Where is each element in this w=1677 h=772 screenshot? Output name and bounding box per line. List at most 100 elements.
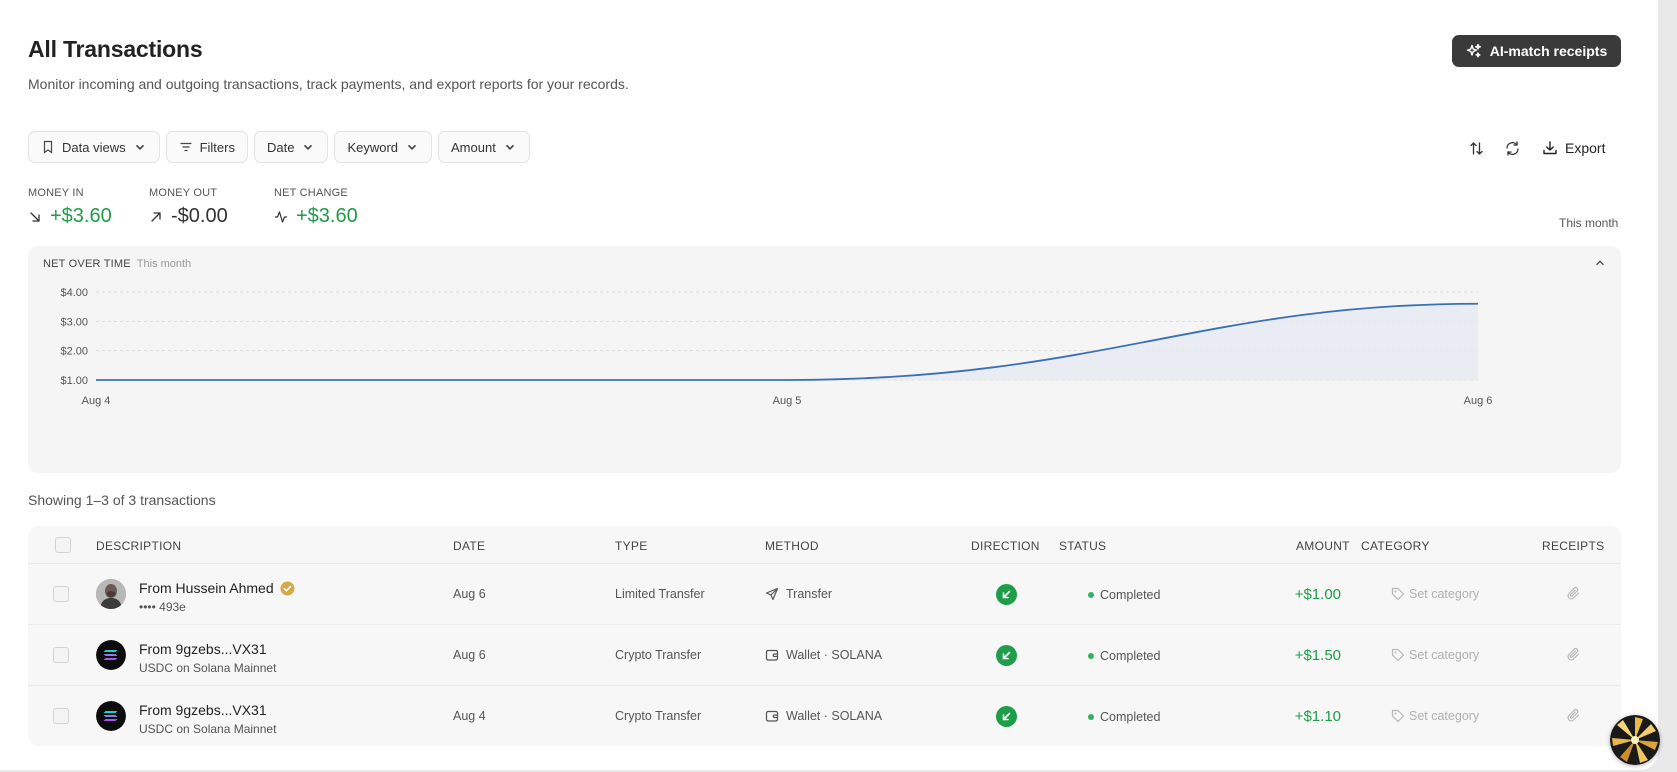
transactions-table: DESCRIPTION DATE TYPE METHOD DIRECTION S… [28, 526, 1621, 746]
column-header-date[interactable]: DATE [453, 539, 485, 553]
status-dot [1088, 592, 1094, 598]
paperclip-icon[interactable] [1566, 708, 1581, 723]
tag-icon [1391, 709, 1405, 723]
column-header-description[interactable]: DESCRIPTION [96, 539, 181, 553]
period-label: This month [1559, 216, 1619, 230]
refresh-button[interactable] [1498, 135, 1526, 161]
net-change-label: NET CHANGE [274, 187, 348, 199]
paperclip-icon[interactable] [1566, 586, 1581, 601]
data-views-dropdown[interactable]: Data views [28, 131, 160, 163]
ai-match-receipts-button[interactable]: AI-match receipts [1452, 35, 1621, 67]
chevron-down-icon [407, 144, 417, 151]
row-amount: +$1.00 [1294, 586, 1341, 603]
filters-button[interactable]: Filters [165, 131, 248, 163]
solana-logo [96, 640, 126, 670]
filter-bar: Data views Filters Date Keyword Amount [28, 131, 530, 163]
arrow-down-left-icon [1002, 651, 1011, 660]
category-label: Set category [1409, 648, 1480, 662]
sparkles-icon [1466, 43, 1481, 58]
set-category-button[interactable]: Set category [1391, 587, 1479, 601]
net-change-stat: NET CHANGE +$3.60 [274, 187, 358, 228]
person-avatar [96, 579, 126, 609]
column-header-amount[interactable]: AMOUNT [1296, 539, 1350, 553]
row-checkbox[interactable] [53, 647, 69, 663]
column-header-receipts[interactable]: RECEIPTS [1542, 539, 1604, 553]
tag-icon [1391, 648, 1405, 662]
counterparty-name: From 9gzebs...VX31 [139, 702, 267, 718]
status-badge: Completed [1088, 710, 1160, 724]
row-checkbox[interactable] [53, 708, 69, 724]
activity-icon [275, 210, 287, 223]
keyword-filter-label: Keyword [347, 139, 399, 155]
bookmark-icon [43, 140, 53, 154]
table-row[interactable]: From Hussein Ahmed •••• 493e Aug 6 Limit… [28, 564, 1621, 625]
set-category-button[interactable]: Set category [1391, 709, 1479, 723]
y-tick-label: $2.00 [60, 346, 88, 358]
chart-period: This month [136, 258, 192, 270]
row-title: From 9gzebs...VX31 [139, 641, 267, 657]
money-in-value: +$3.60 [50, 205, 112, 227]
column-header-direction[interactable]: DIRECTION [971, 539, 1040, 553]
sort-button[interactable] [1462, 135, 1490, 161]
amount-dropdown[interactable]: Amount [438, 131, 530, 163]
arrow-down-left-icon [1002, 590, 1011, 599]
row-date: Aug 6 [453, 587, 486, 601]
arrow-up-right-icon [151, 211, 161, 222]
row-title: From Hussein Ahmed [139, 580, 295, 596]
date-filter-label: Date [266, 139, 295, 155]
table-row[interactable]: From 9gzebs...VX31 USDC on Solana Mainne… [28, 625, 1621, 686]
row-type: Limited Transfer [615, 587, 705, 601]
x-tick-label: Aug 6 [1464, 395, 1493, 407]
incoming-direction-badge [996, 584, 1017, 605]
chevron-down-icon [135, 144, 144, 151]
select-all-checkbox[interactable] [55, 537, 71, 553]
status-label: Completed [1100, 649, 1161, 663]
column-header-category[interactable]: CATEGORY [1361, 539, 1430, 553]
y-tick-label: $4.00 [60, 287, 88, 299]
date-dropdown[interactable]: Date [253, 131, 329, 163]
export-label: Export [1565, 140, 1606, 156]
status-badge: Completed [1088, 649, 1160, 663]
person-avatar-image [96, 579, 126, 609]
window-edge [1658, 0, 1677, 772]
chart-canvas: $1.00 $2.00 $3.00 $4.00 Aug 4 Aug 5 Aug 6 [60, 287, 1493, 407]
page-title: All Transactions [28, 36, 203, 62]
wallet-icon [765, 710, 779, 722]
verified-badge-icon [280, 581, 295, 595]
row-title: From 9gzebs...VX31 [139, 702, 267, 718]
tag-icon [1391, 587, 1405, 601]
assistant-avatar-button[interactable] [1610, 715, 1660, 765]
status-dot [1088, 653, 1094, 659]
row-method: Transfer [765, 587, 832, 601]
paperclip-icon[interactable] [1566, 647, 1581, 662]
solana-logo-image [96, 701, 126, 731]
column-header-type[interactable]: TYPE [615, 539, 648, 553]
row-checkbox[interactable] [53, 586, 69, 602]
solana-logo-image [96, 640, 126, 670]
category-label: Set category [1409, 587, 1480, 601]
chart-heading: NET OVER TIME This month [43, 258, 191, 270]
method-label: Wallet · SOLANA [786, 648, 883, 662]
keyword-dropdown[interactable]: Keyword [334, 131, 433, 163]
column-header-status[interactable]: STATUS [1059, 539, 1106, 553]
incoming-direction-badge [996, 645, 1017, 666]
row-date: Aug 6 [453, 648, 486, 662]
money-out-value-row: -$0.00 [149, 205, 228, 228]
wallet-icon [765, 649, 779, 661]
counterparty-name: From Hussein Ahmed [139, 580, 274, 596]
money-out-stat: MONEY OUT -$0.00 [149, 187, 228, 228]
table-row[interactable]: From 9gzebs...VX31 USDC on Solana Mainne… [28, 686, 1621, 746]
set-category-button[interactable]: Set category [1391, 648, 1479, 662]
chevron-down-icon [304, 144, 313, 151]
net-over-time-chart: $1.00 $2.00 $3.00 $4.00 Aug 4 Aug 5 Aug 6 NET … [28, 246, 1621, 473]
y-tick-label: $1.00 [60, 375, 88, 387]
table-toolbar: Export [1462, 135, 1605, 161]
net-change-value: +$3.60 [296, 205, 358, 227]
column-header-method[interactable]: METHOD [765, 539, 819, 553]
export-button[interactable]: Export [1542, 140, 1605, 156]
money-in-label: MONEY IN [28, 187, 84, 199]
chevron-up-icon[interactable] [1593, 256, 1607, 270]
status-label: Completed [1100, 710, 1161, 724]
refresh-icon [1505, 140, 1519, 156]
download-icon [1543, 141, 1557, 155]
